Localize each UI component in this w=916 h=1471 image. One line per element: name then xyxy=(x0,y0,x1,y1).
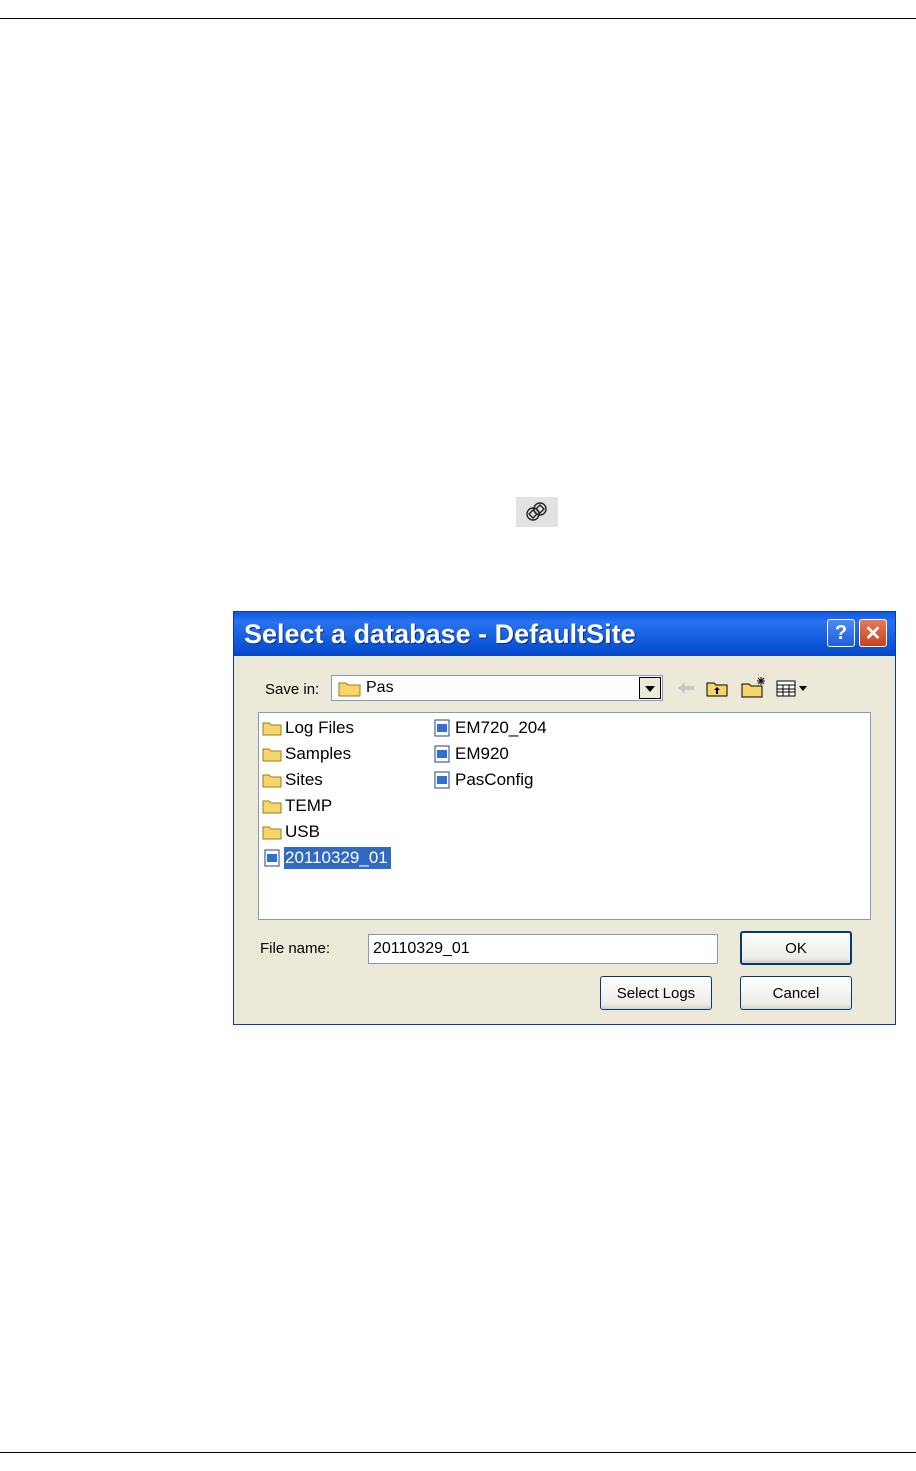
new-folder-icon[interactable] xyxy=(740,676,768,703)
list-item-folder[interactable]: USB xyxy=(262,820,323,844)
folder-icon xyxy=(262,826,282,840)
close-button[interactable]: ✕ xyxy=(859,619,887,647)
folder-icon xyxy=(262,774,282,788)
file-name-label: File name: xyxy=(260,940,331,957)
page-top-rule xyxy=(0,18,916,19)
select-logs-button[interactable]: Select Logs xyxy=(600,976,712,1010)
list-item-label: EM720_204 xyxy=(455,718,547,737)
select-database-toolbar-icon xyxy=(516,497,558,527)
list-item-folder[interactable]: Log Files xyxy=(262,716,357,740)
database-file-icon xyxy=(434,771,450,789)
help-button[interactable]: ? xyxy=(827,619,855,647)
up-folder-icon[interactable] xyxy=(705,678,729,703)
save-in-label: Save in: xyxy=(265,681,320,698)
file-name-input[interactable]: 20110329_01 xyxy=(368,934,718,964)
database-file-icon xyxy=(434,745,450,763)
cancel-button[interactable]: Cancel xyxy=(740,976,852,1010)
select-database-dialog: Select a database - DefaultSite ? ✕ Save… xyxy=(233,611,896,1025)
folder-icon xyxy=(262,748,282,762)
list-item-label: USB xyxy=(285,822,320,841)
list-item-label: Log Files xyxy=(285,718,354,737)
list-item-folder[interactable]: Sites xyxy=(262,768,326,792)
list-item-database-selected[interactable]: 20110329_01 xyxy=(262,846,391,870)
list-item-folder[interactable]: TEMP xyxy=(262,794,335,818)
list-item-folder[interactable]: Samples xyxy=(262,742,354,766)
page-bottom-rule xyxy=(0,1452,916,1453)
list-item-database[interactable]: EM920 xyxy=(432,742,512,766)
folder-icon xyxy=(338,682,361,697)
folder-icon xyxy=(262,800,282,814)
list-item-label: PasConfig xyxy=(455,770,534,789)
save-in-combobox[interactable]: Pas xyxy=(331,675,663,701)
dialog-title: Select a database - DefaultSite xyxy=(244,619,636,649)
save-in-value: Pas xyxy=(366,679,394,696)
back-arrow-icon[interactable] xyxy=(676,679,696,702)
folder-icon xyxy=(262,722,282,736)
title-bar: Select a database - DefaultSite ? ✕ xyxy=(234,612,895,656)
list-item-label: 20110329_01 xyxy=(284,847,391,869)
file-list[interactable]: Log Files Samples Sites TEMP USB 2011032… xyxy=(258,712,871,920)
list-item-label: EM920 xyxy=(455,744,509,763)
database-file-icon xyxy=(264,849,280,867)
view-menu-icon[interactable] xyxy=(775,678,811,703)
list-item-label: Sites xyxy=(285,770,323,789)
list-item-database[interactable]: EM720_204 xyxy=(432,716,550,740)
chevron-down-icon[interactable] xyxy=(639,677,661,699)
list-item-label: TEMP xyxy=(285,796,333,815)
database-file-icon xyxy=(434,719,450,737)
ok-button[interactable]: OK xyxy=(740,931,852,965)
list-item-database[interactable]: PasConfig xyxy=(432,768,536,792)
list-item-label: Samples xyxy=(285,744,352,763)
